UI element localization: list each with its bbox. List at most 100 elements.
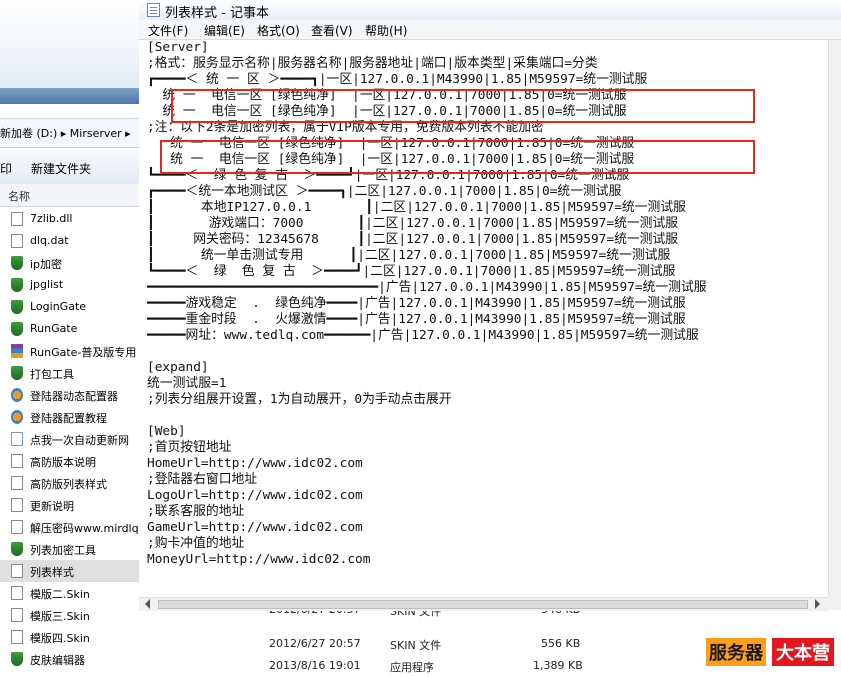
row-size: 556 KB [541, 637, 581, 650]
file-name: 皮肤编辑器 [30, 654, 85, 667]
row-type: SKIN 文件 [390, 639, 442, 652]
file-name: LoginGate [30, 300, 87, 313]
file-name: jpglist [30, 278, 64, 291]
file-name: 高防版本说明 [30, 456, 96, 469]
file-name: ip加密 [30, 258, 63, 271]
list-item[interactable]: 登陆器动态配置器 [0, 384, 145, 406]
menu-view[interactable]: 查看(V) [311, 22, 353, 39]
row-date: 2012/6/27 20:57 [269, 637, 361, 650]
menu-bar: 文件(F) 编辑(E) 格式(O) 查看(V) 帮助(H) [139, 20, 841, 40]
list-item[interactable]: jpglist [0, 274, 145, 296]
file-name: dlq.dat [30, 234, 69, 247]
file-name: 模版二.Skin [30, 588, 90, 601]
shield-app-icon [11, 278, 23, 292]
list-item[interactable]: 高防版本说明 [0, 450, 145, 472]
file-name: 更新说明 [30, 500, 74, 513]
list-item[interactable]: 高防版列表样式 [0, 472, 145, 494]
horizontal-scrollbar[interactable] [139, 597, 828, 611]
shield-app-icon [11, 256, 23, 270]
list-item[interactable]: RunGate-普及版专用 [0, 340, 145, 362]
file-name: 列表加密工具 [30, 544, 96, 557]
file-name: 解压密码www.mirdlq. [30, 522, 143, 535]
highlight-box-top [171, 89, 755, 123]
file-list: 7zlib.dll dlq.dat ip加密 jpglist LoginGate RunG… [0, 208, 145, 670]
file-name: RunGate [30, 322, 78, 335]
text-editor-area[interactable]: [Server] ;格式：服务显示名称|服务器名称|服务器地址|端口|版本类型|… [147, 40, 827, 595]
file-icon [11, 476, 23, 490]
file-icon [11, 212, 23, 226]
shield-app-icon [11, 322, 23, 336]
file-icon [11, 564, 23, 578]
list-item[interactable]: 列表样式 [0, 560, 145, 582]
file-name: 模版四.Skin [30, 632, 90, 645]
web-shortcut-icon [11, 432, 23, 446]
file-icon [11, 630, 23, 644]
scroll-right-arrow-icon[interactable] [815, 599, 820, 609]
list-item[interactable]: 打包工具 [0, 362, 145, 384]
list-item[interactable]: 模版三.Skin [0, 604, 145, 626]
file-icon [11, 586, 23, 600]
explorer-nav-area [0, 0, 145, 104]
list-item[interactable]: 列表加密工具 [0, 538, 145, 560]
scroll-left-arrow-icon[interactable] [145, 599, 150, 609]
file-icon [11, 454, 23, 468]
file-icon [11, 520, 23, 534]
explorer-nav-bar [0, 88, 145, 104]
watermark-part2: 大本营 [772, 638, 834, 666]
vertical-scrollbar[interactable] [828, 40, 841, 597]
file-name: 高防版列表样式 [30, 478, 107, 491]
menu-format[interactable]: 格式(O) [257, 22, 300, 39]
row-date: 2013/8/16 19:01 [269, 659, 361, 672]
list-item[interactable]: 皮肤编辑器 [0, 648, 145, 670]
file-icon [11, 234, 23, 248]
menu-edit[interactable]: 编辑(E) [204, 22, 245, 39]
new-folder-button[interactable]: 新建文件夹 [31, 160, 91, 177]
address-path[interactable]: 新加卷 (D:) ▸ Mirserver ▸ [0, 125, 131, 141]
file-name: 打包工具 [30, 368, 74, 381]
shield-app-icon [11, 652, 23, 666]
list-item[interactable]: 模版四.Skin [0, 626, 145, 648]
file-name: 7zlib.dll [30, 212, 73, 225]
address-bar[interactable]: 新加卷 (D:) ▸ Mirserver ▸ [0, 118, 145, 148]
shield-app-icon [11, 542, 23, 556]
file-name: 登陆器配置教程 [30, 412, 107, 425]
notepad-icon [147, 3, 160, 17]
shield-app-icon [11, 366, 23, 380]
highlight-box-encrypted [160, 140, 755, 174]
list-item[interactable]: 点我一次自动更新网 [0, 428, 145, 450]
window-title: 列表样式 - 记事本 [165, 6, 269, 21]
file-name: 列表样式 [30, 566, 74, 579]
notepad-window: 列表样式 - 记事本 文件(F) 编辑(E) 格式(O) 查看(V) 帮助(H)… [139, 0, 841, 611]
print-button[interactable]: 印 [0, 160, 12, 177]
list-item[interactable]: ip加密 [0, 252, 145, 274]
file-name: 模版三.Skin [30, 610, 90, 623]
file-icon [11, 608, 23, 622]
rar-archive-icon [11, 344, 23, 358]
title-bar[interactable]: 列表样式 - 记事本 [139, 0, 841, 21]
row-size: 1,389 KB [533, 659, 583, 672]
scroll-thumb[interactable] [158, 600, 808, 609]
menu-file[interactable]: 文件(F) [148, 22, 188, 39]
explorer-toolbar: 印 新建文件夹 [0, 150, 145, 185]
list-item[interactable]: 更新说明 [0, 494, 145, 516]
scrollbar-corner [828, 597, 841, 610]
orange-app-icon [11, 388, 23, 402]
shield-app-icon [11, 300, 23, 314]
list-item[interactable]: 模版二.Skin [0, 582, 145, 604]
name-column-label: 名称 [8, 190, 30, 203]
file-icon [11, 498, 23, 512]
orange-app-icon [11, 410, 23, 424]
watermark-part1: 服务器 [706, 638, 766, 666]
list-item[interactable]: 解压密码www.mirdlq. [0, 516, 145, 538]
list-item[interactable]: 7zlib.dll [0, 208, 145, 230]
name-column-header[interactable]: 名称 [0, 184, 145, 207]
list-item[interactable]: dlq.dat [0, 230, 145, 252]
menu-help[interactable]: 帮助(H) [365, 22, 407, 39]
file-name: 登陆器动态配置器 [30, 390, 118, 403]
row-type: 应用程序 [390, 661, 434, 674]
list-item[interactable]: LoginGate [0, 296, 145, 318]
file-name: RunGate-普及版专用 [30, 346, 137, 359]
list-item[interactable]: 登陆器配置教程 [0, 406, 145, 428]
list-item[interactable]: RunGate [0, 318, 145, 340]
file-name: 点我一次自动更新网 [30, 434, 129, 447]
